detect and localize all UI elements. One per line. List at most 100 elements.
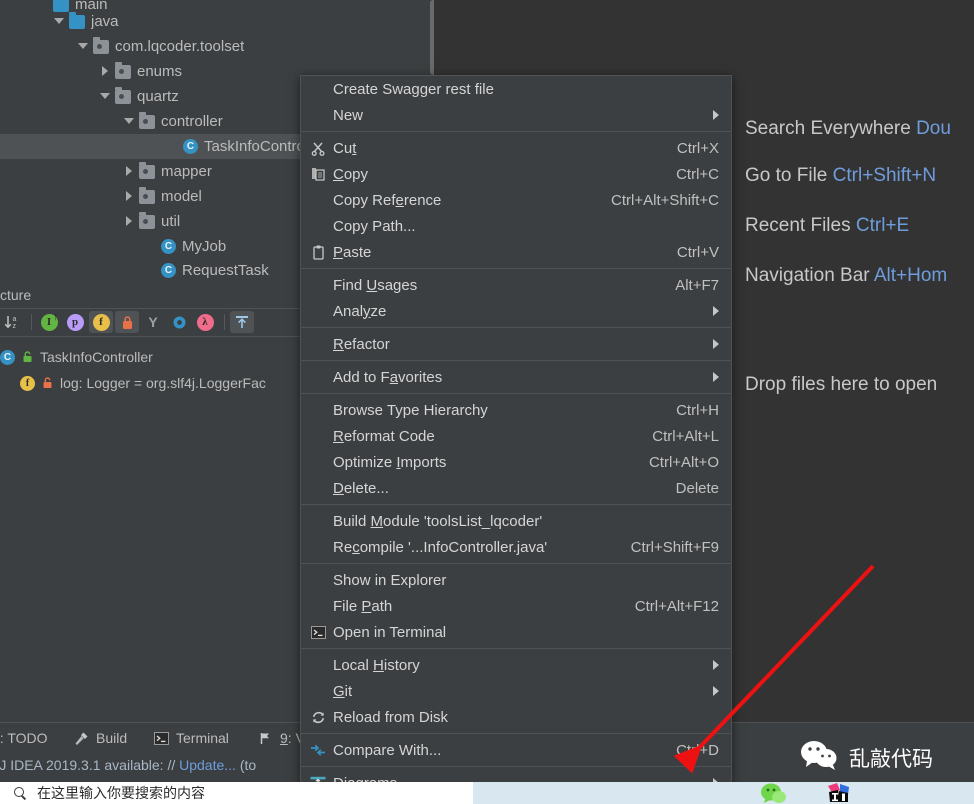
chevron-down-icon[interactable]: [100, 91, 111, 102]
menu-separator: [301, 327, 731, 328]
hint-shortcut: Ctrl+Shift+N: [827, 165, 937, 186]
magnifier-icon: [14, 786, 27, 800]
menu-item-compare-with[interactable]: Compare With... Ctrl+D: [301, 737, 731, 763]
menu-item-open-in-terminal[interactable]: Open in Terminal: [301, 619, 731, 645]
structure-toolbar[interactable]: a z I ↑ p f Yλ: [0, 309, 310, 335]
structure-row[interactable]: C TaskInfoController: [0, 346, 310, 368]
status-message[interactable]: lliJ IDEA 2019.3.1 available: // Update.…: [0, 757, 256, 773]
menu-separator: [301, 504, 731, 505]
structure-tool-window[interactable]: cture a z I ↑ p f Yλ C TaskInfoController f log: …: [0, 282, 310, 722]
autoscroll-to-source-icon[interactable]: [230, 311, 254, 333]
mnemonic-letter: H: [373, 656, 384, 674]
badge-glyph: λ: [196, 313, 214, 331]
menu-item-shortcut: Ctrl+D: [676, 741, 719, 759]
menu-item-new[interactable]: New: [301, 102, 731, 128]
project-tree-row[interactable]: com.lqcoder.toolset: [0, 34, 434, 59]
menu-item-git[interactable]: Git: [301, 678, 731, 704]
chevron-down-icon[interactable]: [78, 41, 89, 52]
menu-item-create-swagger-rest-file[interactable]: Create Swagger rest file: [301, 76, 731, 102]
menu-item-reformat-code[interactable]: Reformat Code Ctrl+Alt+L: [301, 423, 731, 449]
menu-item-reload-from-disk[interactable]: Reload from Disk: [301, 704, 731, 730]
tool-window-button-terminal[interactable]: Terminal: [152, 727, 229, 749]
menu-icon-none: [305, 452, 331, 472]
menu-item-label: Create Swagger rest file: [333, 80, 494, 98]
chevron-right-icon[interactable]: [124, 216, 135, 227]
menu-item-delete[interactable]: Delete... Delete: [301, 475, 731, 501]
show-lambdas-icon[interactable]: λ: [193, 311, 217, 333]
submenu-arrow-icon: [713, 686, 719, 696]
menu-item-cut[interactable]: Cut Ctrl+X: [301, 135, 731, 161]
show-anonymous-classes-icon[interactable]: Y: [141, 311, 165, 333]
sort-glyph: az: [4, 316, 17, 330]
menu-item-paste[interactable]: Paste Ctrl+V: [301, 239, 731, 265]
diagram-icon: [305, 773, 331, 782]
structure-row[interactable]: f log: Logger = org.slf4j.LoggerFac: [0, 372, 310, 394]
windows-search-box[interactable]: 在这里输入你要搜索的内容: [0, 782, 473, 804]
menu-item-copy-reference[interactable]: Copy Reference Ctrl+Alt+Shift+C: [301, 187, 731, 213]
chevron-right-icon[interactable]: [124, 191, 135, 202]
menu-item-browse-type-hierarchy[interactable]: Browse Type Hierarchy Ctrl+H: [301, 397, 731, 423]
menu-item-recompile-infocontroller-java[interactable]: Recompile '...InfoController.java' Ctrl+S…: [301, 534, 731, 560]
show-fields-icon[interactable]: f: [89, 311, 113, 333]
tool-window-button-build[interactable]: Build: [72, 727, 127, 749]
project-tree-scrollbar[interactable]: [430, 0, 434, 75]
tree-item-label: quartz: [137, 88, 179, 105]
show-inherited-icon[interactable]: I ↑: [37, 311, 61, 333]
structure-item-label: log: Logger = org.slf4j.LoggerFac: [60, 375, 266, 391]
inherit-arrow: ↑: [53, 312, 58, 323]
menu-item-refactor[interactable]: Refactor: [301, 331, 731, 357]
status-suffix: (to: [235, 757, 257, 773]
chevron-right-icon[interactable]: [100, 66, 111, 77]
menu-item-add-to-favorites[interactable]: Add to Favorites: [301, 364, 731, 390]
mnemonic-letter: D: [333, 479, 344, 497]
show-non-public-icon[interactable]: [115, 311, 139, 333]
menu-separator: [301, 268, 731, 269]
menu-item-show-in-explorer[interactable]: Show in Explorer: [301, 567, 731, 593]
menu-item-shortcut: Ctrl+Alt+Shift+C: [611, 191, 719, 209]
menu-item-analyze[interactable]: Analyze: [301, 298, 731, 324]
wechat-watermark: 乱敲代码: [800, 740, 933, 775]
show-properties-icon[interactable]: p: [63, 311, 87, 333]
tree-item-label: controller: [161, 113, 223, 130]
menu-icon-none: [305, 681, 331, 701]
tool-window-button-6-todo[interactable]: 6: TODO: [0, 727, 48, 749]
menu-item-label: Find Usages: [333, 276, 418, 294]
menu-icon-none: [305, 301, 331, 321]
group-methods-icon[interactable]: [167, 311, 191, 333]
menu-item-label: Analyze: [333, 302, 387, 320]
chevron-down-icon[interactable]: [124, 116, 135, 127]
structure-item-label: TaskInfoController: [40, 349, 153, 365]
wechat-taskbar-icon[interactable]: [745, 782, 801, 804]
status-update-link[interactable]: Update...: [179, 757, 236, 773]
hammer-icon: [72, 730, 90, 746]
menu-separator: [301, 766, 731, 767]
menu-item-copy[interactable]: Copy Ctrl+C: [301, 161, 731, 187]
tool-window-button-9-v[interactable]: 9: V: [256, 727, 305, 749]
menu-item-label: Copy: [333, 165, 369, 183]
tool-window-label: Terminal: [176, 730, 229, 746]
intellij-idea-taskbar-icon[interactable]: [812, 782, 868, 804]
chevron-right-icon[interactable]: [124, 166, 135, 177]
context-menu[interactable]: Create Swagger rest file New Cut Ctrl+X Copy…: [300, 75, 732, 782]
menu-item-build-module-toolslist-lqcoder[interactable]: Build Module 'toolsList_lqcoder': [301, 508, 731, 534]
project-tree-row[interactable]: java: [0, 9, 434, 34]
menu-item-optimize-imports[interactable]: Optimize Imports Ctrl+Alt+O: [301, 449, 731, 475]
menu-item-copy-path[interactable]: Copy Path...: [301, 213, 731, 239]
menu-item-find-usages[interactable]: Find Usages Alt+F7: [301, 272, 731, 298]
mnemonic-letter: y: [363, 302, 371, 320]
menu-item-diagrams[interactable]: Diagrams: [301, 770, 731, 782]
menu-separator: [301, 733, 731, 734]
menu-item-file-path[interactable]: File Path Ctrl+Alt+F12: [301, 593, 731, 619]
menu-item-local-history[interactable]: Local History: [301, 652, 731, 678]
windows-search-placeholder: 在这里输入你要搜索的内容: [37, 786, 205, 802]
menu-icon-none: [305, 537, 331, 557]
menu-icon-none: [305, 105, 331, 125]
menu-item-shortcut: Ctrl+Alt+F12: [634, 597, 719, 615]
menu-item-label: Diagrams: [333, 775, 397, 783]
svg-text:z: z: [13, 323, 17, 330]
hint-label: Recent Files: [745, 215, 851, 236]
sort-alphabetically-icon[interactable]: az: [0, 311, 24, 333]
editor-hint-1: Search Everywhere Dou: [745, 118, 951, 140]
chevron-down-icon[interactable]: [54, 16, 65, 27]
